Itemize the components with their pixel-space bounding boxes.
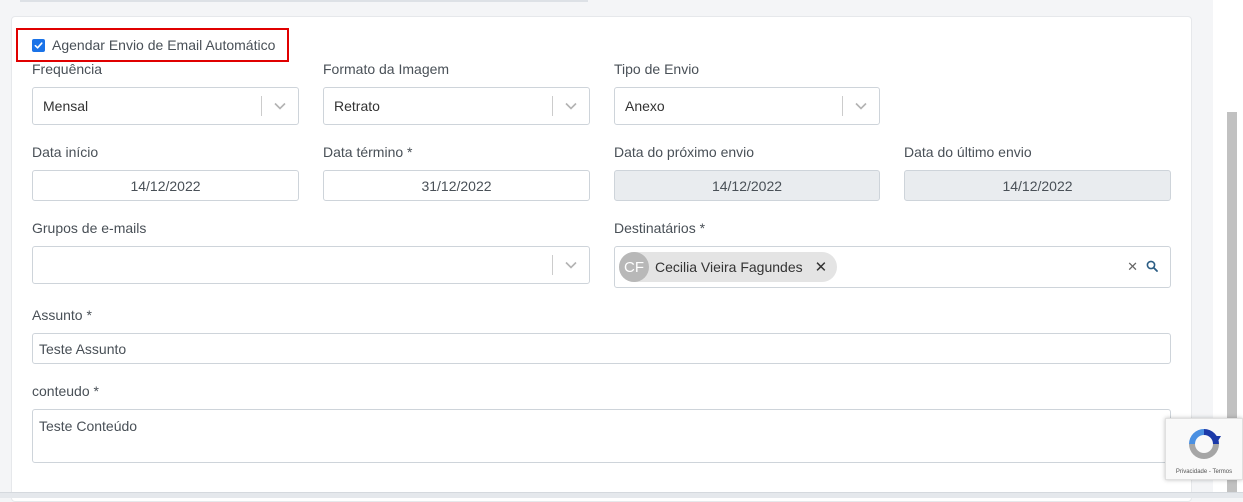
schedule-checkbox[interactable] — [32, 38, 45, 52]
image-format-label: Formato da Imagem — [323, 61, 450, 77]
recipient-chip: CF Cecilia Vieira Fagundes ✕ — [619, 252, 838, 282]
send-type-value: Anexo — [625, 98, 665, 114]
clear-icon[interactable]: ✕ — [1127, 259, 1138, 275]
remove-chip-icon[interactable]: ✕ — [815, 258, 828, 276]
subject-label: Assunto * — [32, 307, 92, 323]
recipients-multiselect[interactable]: CF Cecilia Vieira Fagundes ✕ ✕ — [614, 246, 1171, 288]
frequency-label: Frequência — [32, 61, 103, 77]
email-groups-label: Grupos de e-mails — [32, 220, 147, 236]
frequency-select[interactable]: Mensal — [32, 87, 299, 125]
recaptcha-links[interactable]: Privacidade - Termos — [1176, 469, 1232, 475]
check-icon — [34, 41, 43, 49]
chevron-down-icon[interactable] — [262, 102, 298, 110]
chevron-down-icon[interactable] — [843, 102, 879, 110]
chevron-down-icon[interactable] — [553, 102, 589, 110]
auto-email-schedule-highlight: Agendar Envio de Email Automático — [16, 28, 289, 62]
send-type-label: Tipo de Envio — [614, 61, 700, 77]
subject-input[interactable]: Teste Assunto — [32, 333, 1171, 364]
content-label: conteudo * — [32, 383, 99, 399]
email-groups-select[interactable] — [32, 246, 590, 284]
end-date-label: Data término * — [323, 144, 413, 160]
send-type-select[interactable]: Anexo — [614, 87, 880, 125]
schedule-checkbox-label: Agendar Envio de Email Automático — [52, 37, 276, 53]
image-format-value: Retrato — [334, 98, 380, 114]
top-divider — [20, 0, 588, 2]
recipient-name: Cecilia Vieira Fagundes — [655, 259, 803, 275]
last-send-label: Data do último envio — [904, 144, 1032, 160]
frequency-value: Mensal — [43, 98, 89, 114]
recaptcha-logo-icon — [1185, 425, 1223, 466]
image-format-select[interactable]: Retrato — [323, 87, 590, 125]
search-icon[interactable] — [1146, 259, 1158, 275]
start-date-input[interactable]: 14/12/2022 — [32, 170, 299, 201]
last-send-date: 14/12/2022 — [904, 170, 1171, 201]
avatar: CF — [619, 252, 649, 282]
bottom-bar — [0, 492, 1243, 498]
recaptcha-badge[interactable]: Privacidade - Termos — [1165, 418, 1243, 480]
end-date-input[interactable]: 31/12/2022 — [323, 170, 590, 201]
recipients-label: Destinatários * — [614, 220, 706, 236]
content-textarea[interactable]: Teste Conteúdo — [32, 409, 1171, 463]
next-send-date: 14/12/2022 — [614, 170, 880, 201]
start-date-label: Data início — [32, 144, 99, 160]
chevron-down-icon[interactable] — [553, 261, 589, 269]
next-send-label: Data do próximo envio — [614, 144, 755, 160]
